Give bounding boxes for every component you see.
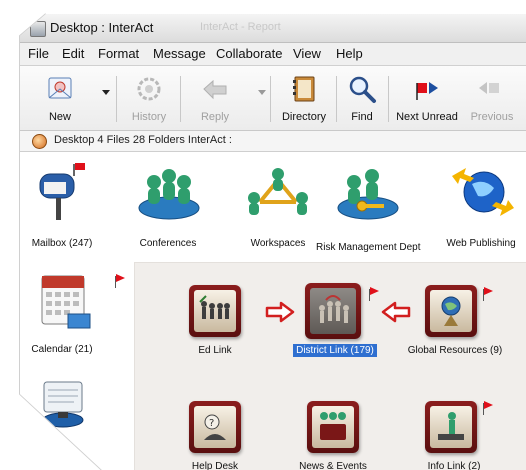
find-label: Find	[351, 111, 373, 123]
folder-panel: Ed Link District Link (179) Global Resou…	[134, 262, 526, 470]
risk-management-item[interactable]: Risk Management Dept	[316, 154, 421, 258]
district-link-selected-text: District Link (179)	[293, 344, 377, 357]
next-unread-flag-icon	[416, 82, 438, 100]
mailbox-label: Mailbox (247)	[31, 238, 93, 249]
toolbar-separator	[388, 76, 389, 122]
district-link-label[interactable]: District Link (179)	[287, 344, 383, 357]
info-link-label: Info Link (2)	[427, 461, 481, 470]
toolbar-separator	[180, 76, 181, 122]
mailbox-item[interactable]: Mailbox (247)	[22, 154, 102, 254]
conferences-label: Conferences	[139, 238, 197, 249]
menu-view[interactable]: View	[293, 46, 321, 61]
conferences-item[interactable]: Conferences	[126, 154, 210, 254]
web-publishing-item[interactable]: Web Publishing	[436, 154, 526, 254]
toolbar-separator	[116, 76, 117, 122]
title-bar: Desktop : InterAct InterAct - Report	[20, 14, 526, 43]
calendar-label: Calendar (21)	[31, 344, 93, 355]
news-events-label: News & Events	[299, 461, 367, 470]
ed-link-tile[interactable]	[189, 285, 241, 337]
calendar-item[interactable]: Calendar (21)	[22, 264, 102, 360]
previous-button[interactable]: Previous	[464, 72, 520, 128]
menu-edit[interactable]: Edit	[62, 46, 84, 61]
global-resources-flag-icon	[484, 287, 493, 295]
directory-button[interactable]: Directory	[276, 72, 332, 128]
history-icon	[137, 77, 161, 101]
reply-icon	[203, 79, 227, 100]
toolbar-separator	[270, 76, 271, 122]
risk-management-icon	[337, 169, 399, 220]
workspaces-item[interactable]: Workspaces	[234, 154, 322, 254]
history-button[interactable]: History	[124, 72, 174, 128]
previous-icon	[479, 82, 499, 94]
background-window-title: InterAct - Report	[200, 21, 281, 33]
info-link-flag-icon	[484, 401, 493, 409]
window-title: Desktop : InterAct	[50, 20, 154, 35]
globe-arrows-icon	[452, 168, 514, 216]
arrow-right-icon	[265, 301, 295, 323]
menu-collaborate[interactable]: Collaborate	[216, 46, 283, 61]
help-desk-label: Help Desk	[191, 461, 239, 470]
district-link-icon	[310, 288, 356, 334]
mailbox-icon	[39, 163, 85, 220]
directory-label: Directory	[281, 111, 326, 123]
conferences-icon	[138, 169, 200, 220]
menu-file[interactable]: File	[28, 46, 49, 61]
magnifier-icon	[349, 76, 376, 103]
arrow-left-icon	[381, 301, 411, 323]
location-text: Desktop 4 Files 28 Folders InterAct :	[54, 134, 232, 146]
directory-icon	[293, 76, 315, 102]
global-resources-icon	[430, 290, 472, 332]
reply-dropdown-arrow[interactable]	[258, 90, 266, 95]
calendar-icon	[41, 275, 91, 329]
workspaces-icon	[248, 168, 308, 215]
global-resources-tile[interactable]	[425, 285, 477, 337]
district-link-flag-icon	[370, 287, 379, 295]
ed-link-icon	[194, 290, 236, 332]
reply-label: Reply	[200, 111, 230, 123]
toolbar: New History Reply Directory Find Next Un…	[20, 66, 526, 131]
ed-link-label: Ed Link	[198, 345, 232, 356]
info-link-tile[interactable]	[425, 401, 477, 453]
screenshot-frame: Desktop : InterAct InterAct - Report Fil…	[0, 0, 526, 470]
new-message-icon	[48, 77, 72, 99]
new-dropdown-arrow[interactable]	[102, 90, 110, 95]
next-unread-button[interactable]: Next Unread	[394, 72, 460, 128]
find-button[interactable]: Find	[342, 72, 382, 128]
help-desk-icon: ?	[194, 406, 236, 448]
new-button[interactable]: New	[34, 72, 86, 128]
app-window: Desktop : InterAct InterAct - Report Fil…	[20, 14, 526, 470]
news-events-icon	[312, 406, 354, 448]
district-link-tile[interactable]	[305, 283, 361, 339]
toolbar-separator	[336, 76, 337, 122]
desktop-location-icon	[32, 134, 47, 149]
help-desk-tile[interactable]: ?	[189, 401, 241, 453]
next-unread-label: Next Unread	[396, 111, 458, 123]
menu-format[interactable]: Format	[98, 46, 139, 61]
menu-message[interactable]: Message	[153, 46, 206, 61]
previous-label: Previous	[470, 111, 514, 123]
svg-text:?: ?	[209, 418, 214, 429]
location-bar: Desktop 4 Files 28 Folders InterAct :	[20, 131, 526, 152]
reply-button[interactable]: Reply	[188, 72, 242, 128]
menu-bar: File Edit Format Message Collaborate Vie…	[20, 43, 526, 66]
global-resources-label: Global Resources (9)	[407, 345, 503, 356]
desktop-area: Mailbox (247) Conferences Workspaces Ris…	[20, 152, 526, 470]
news-events-tile[interactable]	[307, 401, 359, 453]
history-label: History	[131, 111, 167, 123]
new-label: New	[48, 111, 71, 123]
info-link-icon	[430, 406, 472, 448]
workspaces-label: Workspaces	[250, 238, 306, 249]
web-publishing-label: Web Publishing	[446, 238, 516, 249]
menu-help[interactable]: Help	[336, 46, 363, 61]
risk-management-label: Risk Management Dept	[316, 242, 421, 253]
calendar-flag-icon	[116, 274, 125, 282]
